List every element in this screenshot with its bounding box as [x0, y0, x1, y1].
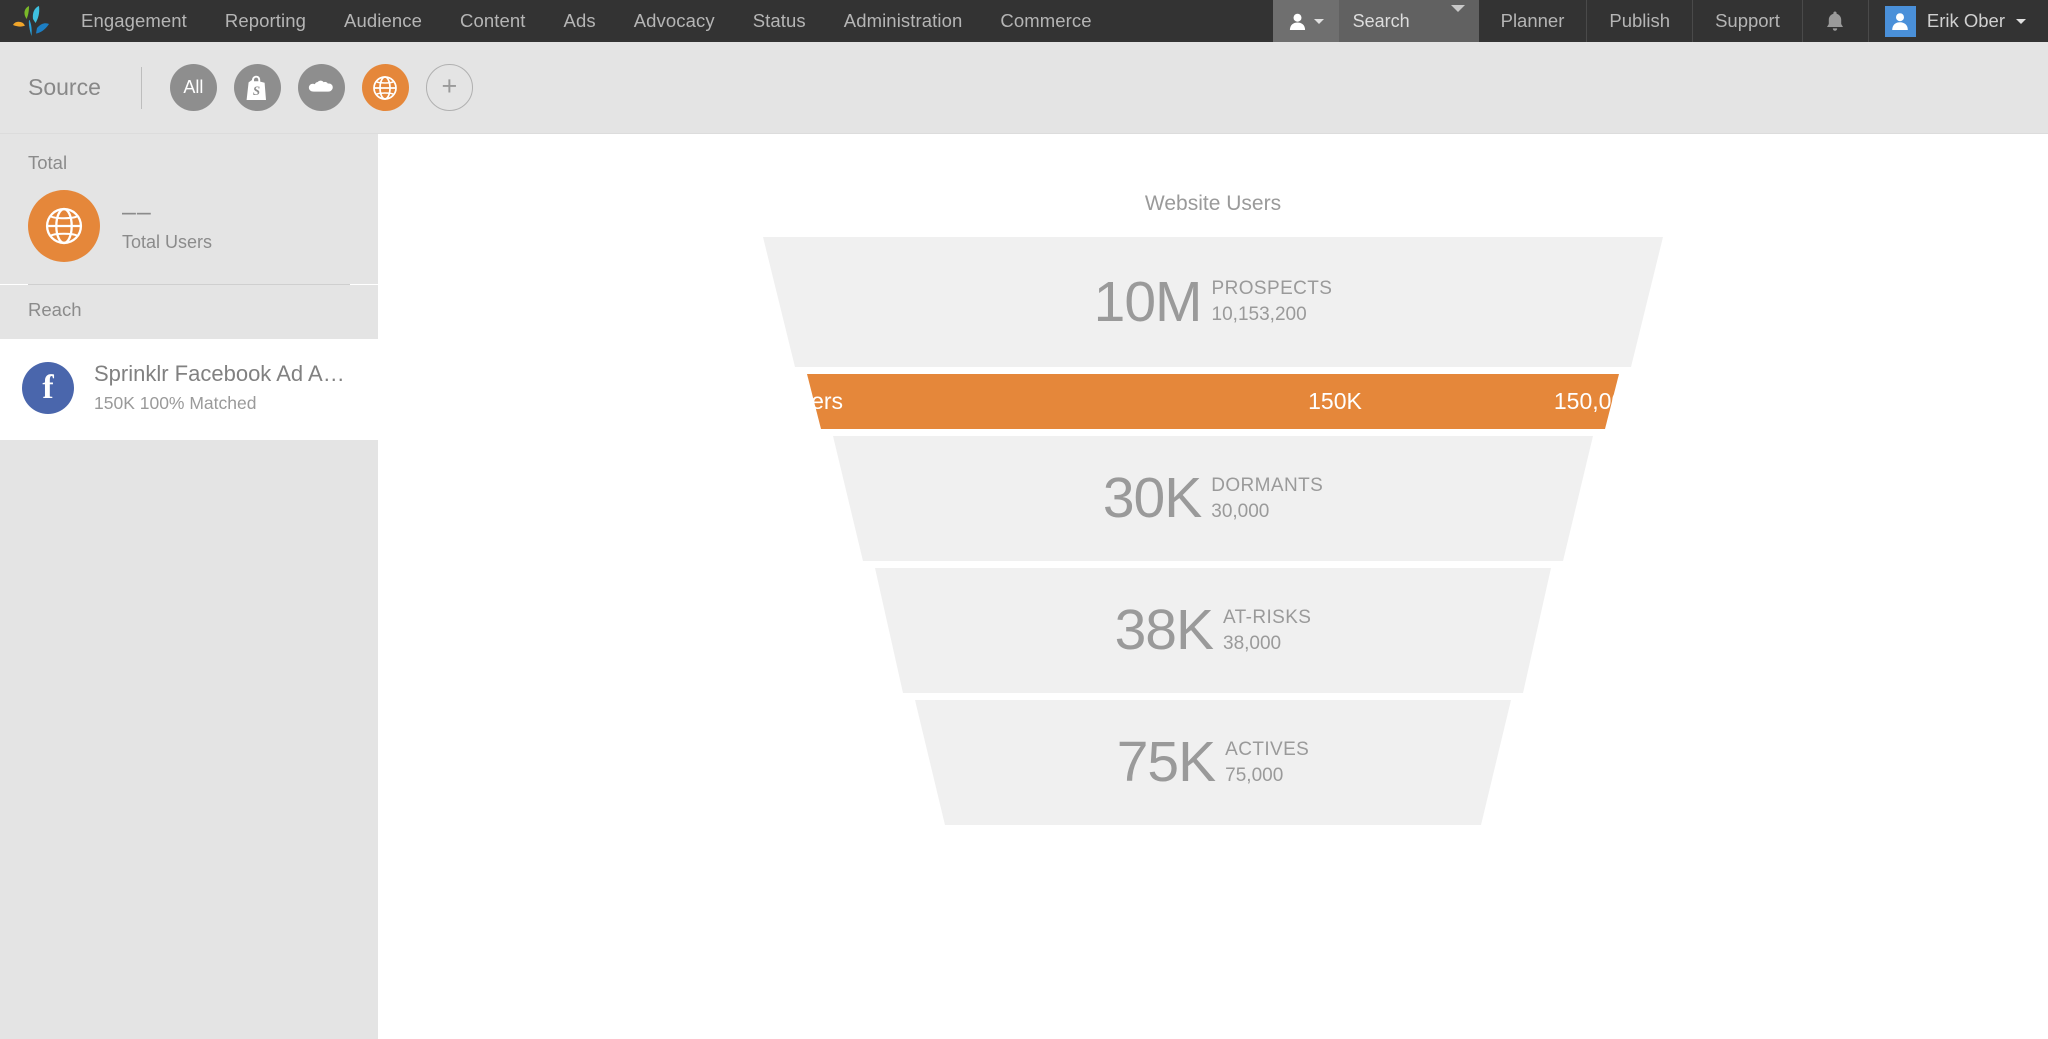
account-meta: 150K 100% Matched [94, 393, 257, 413]
total-globe-icon [28, 190, 100, 262]
funnel-segment-name: PROSPECTS [1211, 278, 1333, 300]
source-chip-group: All S + [169, 64, 473, 111]
top-navigation-bar: Engagement Reporting Audience Content Ad… [0, 0, 2048, 42]
funnel-value-raw: 30,000 [1211, 500, 1270, 522]
nav-item-advocacy[interactable]: Advocacy [615, 0, 734, 42]
notifications-button[interactable] [1803, 0, 1869, 42]
search-value: Search [1352, 10, 1410, 31]
chevron-down-icon [2016, 18, 2026, 24]
nav-item-reporting[interactable]: Reporting [206, 0, 325, 42]
shopify-bag-icon: S [246, 75, 267, 100]
source-chip-website[interactable] [361, 64, 409, 111]
funnel-value-short: 30K [1102, 466, 1202, 530]
chevron-down-icon [1313, 18, 1324, 24]
nav-item-content[interactable]: Content [441, 0, 545, 42]
user-avatar-icon [1892, 13, 1909, 30]
funnel-segment-name: AT-RISKS [1223, 606, 1312, 628]
nav-right-group: Search Planner Publish Support Erik Ober [1272, 0, 2048, 42]
primary-nav-links: Engagement Reporting Audience Content Ad… [62, 0, 1111, 42]
funnel-segment-name: ACTIVES [1225, 738, 1310, 760]
user-icon [1289, 13, 1305, 30]
facebook-icon: f [22, 361, 74, 414]
total-users-value: –– [122, 197, 152, 226]
funnel-segment-actives[interactable]: 75K ACTIVES 75,000 [763, 700, 1663, 825]
source-filter-bar: Source All S + [0, 42, 2048, 134]
persona-selector-button[interactable] [1272, 0, 1339, 42]
globe-icon [373, 75, 398, 100]
main-content: Website Users 10M PROSPECTS 10,153,200 U… [378, 134, 2048, 1039]
page-body: Total –– Total Users Reach f Sprinklr Fa… [0, 134, 2048, 1039]
funnel-segment-dormants[interactable]: 30K DORMANTS 30,000 [763, 436, 1663, 561]
account-list-item[interactable]: f Sprinklr Facebook Ad Ac… 150K 100% Mat… [0, 339, 378, 440]
funnel-segment-name: DORMANTS [1211, 474, 1324, 496]
funnel-segment-at-risks[interactable]: 38K AT-RISKS 38,000 [763, 568, 1663, 693]
avatar [1884, 5, 1916, 37]
svg-text:S: S [253, 83, 260, 98]
sidebar-empty-area [0, 440, 378, 1039]
funnel-title: Website Users [1144, 192, 1282, 215]
funnel-segment-users[interactable]: Users 150K 150,000 [763, 374, 1663, 429]
funnel-value-raw: 75,000 [1225, 764, 1284, 786]
nav-item-audience[interactable]: Audience [325, 0, 441, 42]
total-users-row[interactable]: –– Total Users [28, 178, 350, 284]
nav-item-administration[interactable]: Administration [825, 0, 982, 42]
nav-item-publish[interactable]: Publish [1587, 0, 1694, 42]
funnel-value-raw: 38,000 [1223, 632, 1282, 654]
reach-caption: Reach [0, 285, 378, 339]
source-label: Source [28, 74, 101, 100]
funnel-segment-name: Users [783, 388, 844, 414]
nav-item-ads[interactable]: Ads [545, 0, 615, 42]
search-input[interactable]: Search [1338, 0, 1479, 42]
source-chip-all-label: All [183, 77, 204, 97]
nav-item-commerce[interactable]: Commerce [981, 0, 1110, 42]
user-menu-button[interactable]: Erik Ober [1869, 0, 2048, 42]
funnel-value-short: 150K [1308, 388, 1362, 414]
add-source-button[interactable]: + [425, 64, 473, 111]
funnel-value-short: 38K [1114, 598, 1214, 662]
source-chip-all[interactable]: All [169, 64, 217, 111]
funnel-value-short: 75K [1116, 730, 1216, 794]
user-name-label: Erik Ober [1926, 10, 2005, 31]
account-name: Sprinklr Facebook Ad Ac… [94, 361, 350, 386]
funnel-value-raw: 150,000 [1553, 388, 1637, 414]
sprinklr-logo[interactable] [0, 0, 62, 42]
nav-item-planner[interactable]: Planner [1479, 0, 1588, 42]
funnel-value-short: 10M [1093, 269, 1203, 334]
source-chip-shopify[interactable]: S [233, 64, 281, 111]
funnel-segment-prospects[interactable]: 10M PROSPECTS 10,153,200 [763, 237, 1663, 367]
salesforce-cloud-icon [309, 80, 334, 92]
sidebar: Total –– Total Users Reach f Sprinklr Fa… [0, 134, 378, 1039]
funnel-chart: 10M PROSPECTS 10,153,200 Users 150K 150,… [763, 237, 1663, 825]
total-section: Total –– Total Users [0, 134, 378, 284]
nav-item-support[interactable]: Support [1693, 0, 1803, 42]
search-dropdown-icon[interactable] [1450, 5, 1465, 30]
funnel-value-raw: 10,153,200 [1211, 304, 1307, 325]
total-caption: Total [28, 152, 68, 173]
total-users-label: Total Users [122, 232, 213, 253]
plus-icon: + [441, 70, 458, 101]
nav-item-engagement[interactable]: Engagement [62, 0, 206, 42]
source-chip-salesforce[interactable] [297, 64, 345, 111]
nav-item-status[interactable]: Status [734, 0, 825, 42]
bell-icon [1827, 11, 1844, 31]
source-divider [140, 66, 142, 109]
